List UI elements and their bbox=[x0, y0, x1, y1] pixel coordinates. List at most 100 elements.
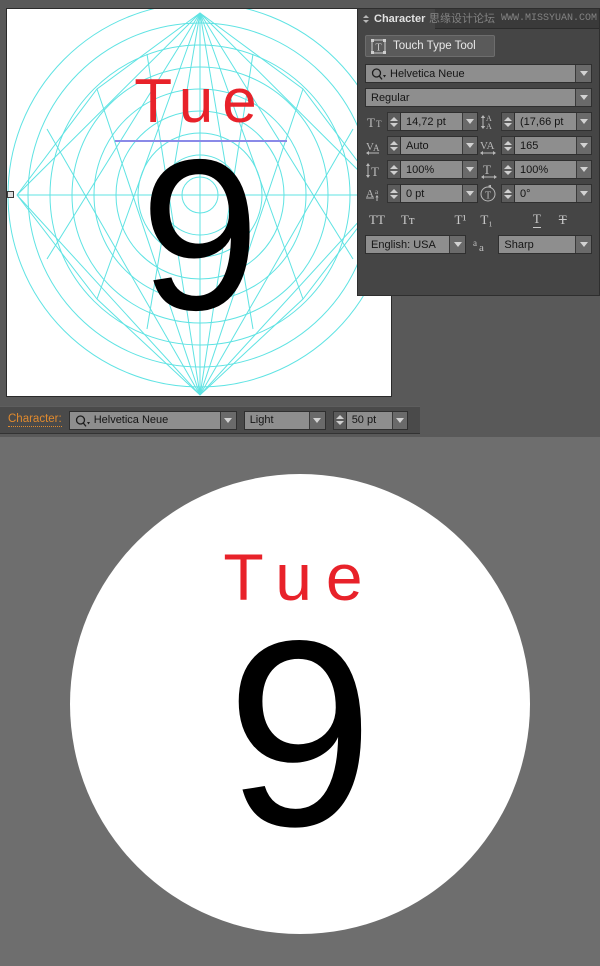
character-panel: Character 思缘设计论坛 WWW.MISSYUAN.COM T Touc… bbox=[357, 8, 600, 296]
kerning-control[interactable]: V A Auto bbox=[365, 136, 478, 155]
small-caps-button[interactable]: Tᴛ bbox=[401, 212, 415, 228]
control-bar-font-size-control[interactable]: 50 pt bbox=[332, 410, 408, 430]
kerning-stepper[interactable] bbox=[387, 136, 400, 155]
strikethrough-button[interactable]: T bbox=[559, 212, 567, 228]
rotation-dropdown-arrow[interactable] bbox=[576, 185, 591, 202]
panel-tab-bar: Character 思缘设计论坛 WWW.MISSYUAN.COM bbox=[358, 9, 599, 29]
baseline-shift-dropdown-arrow[interactable] bbox=[462, 185, 477, 202]
kerning-tracking-row: V A Auto VA 165 bbox=[365, 136, 592, 155]
search-icon bbox=[371, 68, 387, 81]
watermark-url: WWW.MISSYUAN.COM bbox=[500, 12, 597, 24]
watermark-chinese: 思缘设计论坛 bbox=[428, 13, 495, 25]
vertical-scale-stepper[interactable] bbox=[387, 160, 400, 179]
vertical-scale-control[interactable]: T 100% bbox=[365, 160, 478, 179]
subscript-button[interactable]: T₁ bbox=[480, 212, 492, 228]
touch-type-tool-button[interactable]: T Touch Type Tool bbox=[365, 35, 495, 57]
rotation-control[interactable]: T 0° bbox=[479, 183, 592, 203]
leading-value: (17,66 pt bbox=[520, 115, 564, 128]
kerning-value: Auto bbox=[406, 139, 429, 152]
horizontal-scale-dropdown-arrow[interactable] bbox=[576, 161, 591, 178]
touch-type-tool-icon: T bbox=[371, 38, 386, 54]
horizontal-scale-icon: T bbox=[479, 161, 501, 179]
character-rotation-icon: T bbox=[479, 183, 501, 203]
vertical-scale-value: 100% bbox=[406, 163, 435, 176]
superscript-button[interactable]: T¹ bbox=[455, 212, 467, 228]
font-style-row: Regular bbox=[365, 88, 592, 107]
size-leading-row: T T 14,72 pt A A (17,66 pt bbox=[365, 112, 592, 131]
control-bar-font-style-dropdown-arrow[interactable] bbox=[308, 411, 325, 429]
vertical-scale-icon: T bbox=[365, 161, 387, 179]
rotation-stepper[interactable] bbox=[501, 184, 514, 203]
font-size-value: 14,72 pt bbox=[406, 115, 446, 128]
app-root: Tue 9 Character 思缘设计论坛 WWW.MISSYUAN.COM bbox=[0, 0, 600, 966]
preview-circle: Tue 9 bbox=[70, 474, 530, 934]
leading-dropdown-arrow[interactable] bbox=[576, 113, 591, 130]
font-family-dropdown-arrow[interactable] bbox=[575, 65, 591, 82]
leading-control[interactable]: A A (17,66 pt bbox=[479, 112, 592, 131]
font-size-control[interactable]: T T 14,72 pt bbox=[365, 112, 478, 131]
touch-type-tool-label: Touch Type Tool bbox=[393, 40, 476, 52]
tab-character[interactable]: Character bbox=[358, 9, 436, 29]
baseline-shift-icon: A a bbox=[365, 185, 387, 203]
vertical-scale-field[interactable]: 100% bbox=[400, 160, 478, 179]
svg-text:T: T bbox=[367, 115, 375, 130]
leading-icon: A A bbox=[479, 113, 501, 131]
control-bar: Character: Helvetica Neue Light 50 pt bbox=[0, 406, 420, 434]
control-bar-label[interactable]: Character: bbox=[8, 413, 62, 427]
horizontal-scale-stepper[interactable] bbox=[501, 160, 514, 179]
vertical-scale-dropdown-arrow[interactable] bbox=[462, 161, 477, 178]
font-style-dropdown-arrow[interactable] bbox=[575, 89, 591, 106]
tracking-value: 165 bbox=[520, 139, 539, 152]
kerning-dropdown-arrow[interactable] bbox=[462, 137, 477, 154]
horizontal-scale-control[interactable]: T 100% bbox=[479, 160, 592, 179]
anti-aliasing-value: Sharp bbox=[504, 238, 534, 251]
svg-text:T: T bbox=[371, 164, 379, 179]
scale-row: T 100% T 100% bbox=[365, 160, 592, 179]
control-bar-font-size-value: 50 pt bbox=[351, 414, 377, 426]
leading-stepper[interactable] bbox=[501, 112, 514, 131]
kerning-field[interactable]: Auto bbox=[400, 136, 478, 155]
language-dropdown-arrow[interactable] bbox=[449, 236, 466, 253]
baseline-shift-control[interactable]: A a 0 pt bbox=[365, 184, 478, 203]
font-style-value: Regular bbox=[371, 91, 410, 104]
svg-text:T: T bbox=[376, 119, 382, 129]
tracking-stepper[interactable] bbox=[501, 136, 514, 155]
svg-text:VA: VA bbox=[480, 140, 495, 152]
anti-aliasing-select[interactable]: Sharp bbox=[498, 235, 592, 254]
svg-text:A: A bbox=[373, 143, 380, 153]
artboard-canvas[interactable]: Tue 9 bbox=[6, 8, 392, 397]
artboard-date-text[interactable]: 9 bbox=[7, 127, 391, 342]
control-bar-font-size-dropdown-arrow[interactable] bbox=[391, 411, 407, 429]
search-icon bbox=[75, 414, 91, 428]
tracking-dropdown-arrow[interactable] bbox=[576, 137, 591, 154]
baseline-shift-field[interactable]: 0 pt bbox=[400, 184, 478, 203]
svg-text:T: T bbox=[375, 42, 381, 53]
control-bar-font-family-select[interactable]: Helvetica Neue bbox=[68, 410, 237, 430]
text-style-buttons: TT Tᴛ T¹ T₁ T T bbox=[365, 211, 592, 228]
rotation-field[interactable]: 0° bbox=[514, 184, 592, 203]
svg-text:T: T bbox=[483, 162, 491, 177]
control-bar-font-family-dropdown-arrow[interactable] bbox=[219, 411, 236, 429]
leading-field[interactable]: (17,66 pt bbox=[514, 112, 592, 131]
language-select[interactable]: English: USA bbox=[365, 235, 467, 254]
font-style-select[interactable]: Regular bbox=[365, 88, 592, 107]
font-family-select[interactable]: Helvetica Neue bbox=[365, 64, 592, 83]
tracking-control[interactable]: VA 165 bbox=[479, 136, 592, 155]
selection-handle[interactable] bbox=[7, 191, 14, 198]
control-bar-font-size-stepper[interactable] bbox=[332, 410, 346, 430]
font-size-dropdown-arrow[interactable] bbox=[462, 113, 477, 130]
preview-area: Tue 9 bbox=[0, 437, 600, 966]
baseline-shift-stepper[interactable] bbox=[387, 184, 400, 203]
preview-date-text: 9 bbox=[226, 586, 374, 882]
horizontal-scale-field[interactable]: 100% bbox=[514, 160, 592, 179]
editor-area: Tue 9 Character 思缘设计论坛 WWW.MISSYUAN.COM bbox=[0, 0, 600, 437]
watermark: 思缘设计论坛 WWW.MISSYUAN.COM bbox=[429, 10, 597, 26]
control-bar-font-style-select[interactable]: Light bbox=[243, 410, 326, 430]
anti-aliasing-dropdown-arrow[interactable] bbox=[575, 236, 591, 253]
font-size-stepper[interactable] bbox=[387, 112, 400, 131]
control-bar-font-size-field[interactable]: 50 pt bbox=[345, 410, 408, 430]
tracking-field[interactable]: 165 bbox=[514, 136, 592, 155]
all-caps-button[interactable]: TT bbox=[369, 212, 385, 228]
underline-button[interactable]: T bbox=[532, 211, 541, 228]
font-size-field[interactable]: 14,72 pt bbox=[400, 112, 478, 131]
